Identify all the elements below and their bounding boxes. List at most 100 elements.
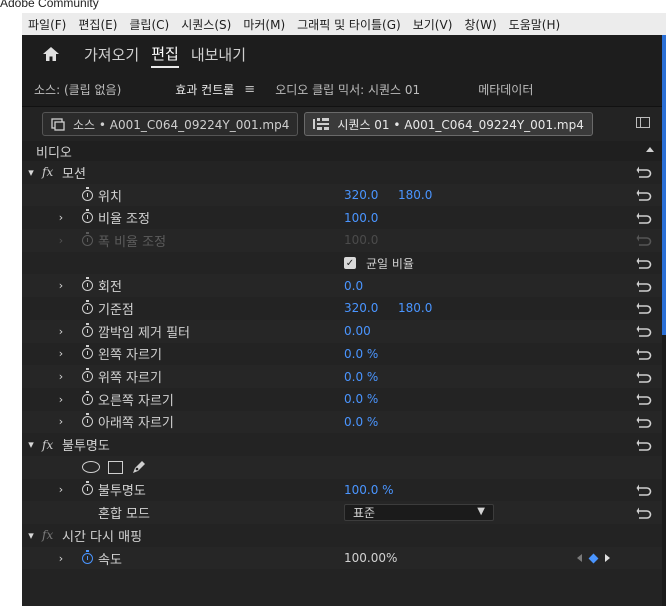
anchor-x-value[interactable]: 320.0	[344, 301, 378, 315]
reset-icon[interactable]	[636, 484, 652, 496]
crop-top-value[interactable]: 0.0 %	[344, 370, 378, 384]
stopwatch-icon[interactable]	[82, 322, 93, 337]
home-icon[interactable]	[40, 43, 62, 65]
stopwatch-icon[interactable]	[82, 390, 93, 405]
reset-icon[interactable]	[636, 212, 652, 224]
reset-icon[interactable]	[636, 166, 652, 179]
uniform-scale-checkbox[interactable]: ✓	[344, 257, 356, 270]
opacity-row: › 불투명도 100.0 %	[22, 478, 662, 502]
add-keyframe-icon[interactable]	[588, 553, 599, 563]
reset-icon[interactable]	[636, 348, 652, 360]
rectangle-mask-icon[interactable]	[108, 460, 123, 474]
menu-sequence[interactable]: 시퀀스(S)	[181, 16, 231, 33]
fx-icon[interactable]: fx	[42, 438, 53, 452]
opacity-effect-header[interactable]: ▾ fx 불투명도	[22, 433, 662, 456]
menu-clip[interactable]: 클립(C)	[129, 16, 169, 33]
chevron-down-icon[interactable]: ▾	[26, 438, 36, 451]
menu-edit[interactable]: 편집(E)	[78, 16, 117, 33]
stopwatch-icon[interactable]	[82, 368, 93, 383]
workspace-bar: 가져오기 편집 내보내기	[22, 35, 662, 73]
mask-tools	[82, 459, 147, 475]
time-remap-title: 시간 다시 매핑	[62, 529, 143, 545]
sequence-icon	[313, 118, 330, 130]
anti-flicker-value[interactable]: 0.00	[344, 324, 371, 338]
scale-label: 비율 조정	[98, 212, 150, 228]
menu-graphics[interactable]: 그래픽 및 타이틀(G)	[297, 16, 401, 33]
stopwatch-icon[interactable]	[82, 277, 93, 292]
chevron-right-icon[interactable]: ›	[56, 325, 66, 338]
panel-toggle-icon[interactable]	[636, 117, 650, 128]
tab-edit[interactable]: 편집	[151, 41, 179, 68]
stopwatch-icon[interactable]	[82, 413, 93, 428]
chevron-right-icon[interactable]: ›	[56, 483, 66, 496]
chevron-right-icon[interactable]: ›	[56, 552, 66, 565]
menu-help[interactable]: 도움말(H)	[509, 16, 561, 33]
scale-width-label: 폭 비율 조정	[98, 234, 167, 250]
menu-marker[interactable]: 마커(M)	[243, 16, 285, 33]
mask-tools-row	[22, 455, 662, 479]
rotation-value[interactable]: 0.0	[344, 279, 363, 293]
scroll-up-icon[interactable]	[646, 147, 654, 152]
position-x-value[interactable]: 320.0	[344, 188, 378, 202]
position-y-value[interactable]: 180.0	[398, 188, 432, 202]
reset-icon[interactable]	[636, 325, 652, 337]
menu-window[interactable]: 창(W)	[464, 16, 496, 33]
tab-export[interactable]: 내보내기	[191, 42, 246, 67]
reset-icon[interactable]	[636, 280, 652, 292]
fx-icon[interactable]: fx	[42, 165, 53, 179]
tab-import[interactable]: 가져오기	[84, 42, 139, 67]
crop-top-label: 위쪽 자르기	[98, 371, 162, 387]
tab-audio-clip-mixer[interactable]: 오디오 클립 믹서: 시퀀스 01	[275, 81, 420, 98]
time-remap-header[interactable]: ▾ fx 시간 다시 매핑	[22, 524, 662, 547]
stopwatch-icon[interactable]	[82, 209, 93, 224]
reset-icon[interactable]	[636, 393, 652, 406]
scale-value[interactable]: 100.0	[344, 211, 378, 225]
stopwatch-icon[interactable]	[82, 549, 93, 564]
tab-source[interactable]: 소스: (클립 없음)	[34, 81, 121, 98]
reset-icon[interactable]	[636, 257, 652, 269]
panel-menu-icon[interactable]: ≡	[244, 82, 255, 97]
pen-mask-icon[interactable]	[131, 459, 147, 475]
stopwatch-icon[interactable]	[82, 481, 93, 496]
reset-icon[interactable]	[636, 189, 652, 201]
chevron-right-icon[interactable]: ›	[56, 393, 66, 406]
sequence-clip-button[interactable]: 시퀀스 01 • A001_C064_09224Y_001.mp4	[304, 112, 593, 136]
next-keyframe-icon[interactable]	[605, 554, 610, 563]
anchor-y-value[interactable]: 180.0	[398, 301, 432, 315]
reset-icon[interactable]	[636, 371, 652, 383]
chevron-right-icon[interactable]: ›	[56, 370, 66, 383]
reset-icon	[636, 234, 652, 247]
opacity-title: 불투명도	[62, 439, 110, 455]
motion-effect-header[interactable]: ▾ fx 모션	[22, 161, 662, 184]
chevron-right-icon[interactable]: ›	[56, 347, 66, 360]
source-clip-button[interactable]: 소스 • A001_C064_09224Y_001.mp4	[42, 112, 299, 136]
crop-bottom-value[interactable]: 0.0 %	[344, 415, 378, 429]
tab-metadata[interactable]: 메타데이터	[478, 81, 533, 98]
scale-width-row: › 폭 비율 조정 100.0	[22, 229, 662, 252]
crop-right-value[interactable]: 0.0 %	[344, 392, 378, 406]
menu-bar: 파일(F) 편집(E) 클립(C) 시퀀스(S) 마커(M) 그래픽 및 타이틀…	[22, 13, 666, 35]
chevron-right-icon[interactable]: ›	[56, 211, 66, 224]
opacity-value[interactable]: 100.0 %	[344, 483, 394, 497]
blend-mode-select[interactable]: 표준 ▼	[344, 504, 494, 522]
stopwatch-icon[interactable]	[82, 186, 93, 201]
chevron-right-icon[interactable]: ›	[56, 415, 66, 428]
chevron-down-icon[interactable]: ▾	[26, 529, 36, 542]
stopwatch-icon[interactable]	[82, 299, 93, 314]
reset-icon[interactable]	[636, 302, 652, 315]
tab-effect-controls[interactable]: 효과 컨트롤	[175, 81, 234, 98]
reset-icon[interactable]	[636, 416, 652, 428]
sequence-clip-label: 시퀀스 01 • A001_C064_09224Y_001.mp4	[337, 117, 584, 132]
prev-keyframe-icon[interactable]	[577, 554, 582, 563]
ellipse-mask-icon[interactable]	[82, 461, 100, 474]
chevron-right-icon[interactable]: ›	[56, 279, 66, 292]
chevron-down-icon[interactable]: ▾	[26, 166, 36, 179]
reset-icon[interactable]	[636, 507, 652, 519]
reset-icon[interactable]	[636, 439, 652, 451]
crop-top-row: › 위쪽 자르기 0.0 %	[22, 365, 662, 388]
speed-value[interactable]: 100.00%	[344, 551, 397, 565]
menu-file[interactable]: 파일(F)	[28, 16, 66, 33]
menu-view[interactable]: 보기(V)	[413, 16, 453, 33]
crop-left-value[interactable]: 0.0 %	[344, 347, 378, 361]
stopwatch-icon[interactable]	[82, 345, 93, 360]
